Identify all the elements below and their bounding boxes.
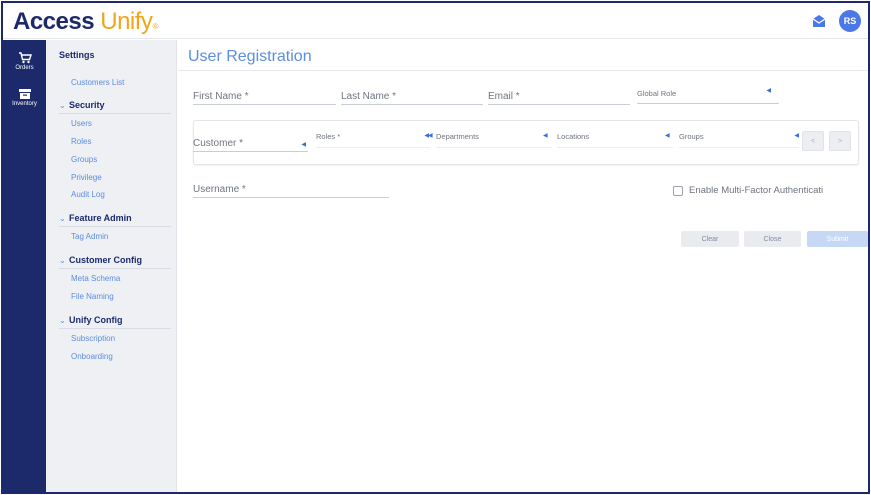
top-bar: Access Unify® RS xyxy=(3,3,868,39)
prev-page-button[interactable]: < xyxy=(802,131,824,151)
chevron-down-icon: ⌄ xyxy=(59,101,66,110)
app-window: Access Unify® RS Orders Inventory Settin… xyxy=(1,1,870,494)
global-role-select[interactable]: Global Role ◀ xyxy=(637,86,779,104)
divider xyxy=(59,226,171,227)
sidebar-item-file-naming[interactable]: File Naming xyxy=(71,292,114,301)
sidebar-item-users[interactable]: Users xyxy=(71,119,92,128)
mfa-checkbox[interactable] xyxy=(673,185,683,196)
sidebar-group-feature-admin[interactable]: ⌄ Feature Admin xyxy=(59,213,132,223)
chevron-down-icon: ⌄ xyxy=(59,316,66,325)
user-avatar[interactable]: RS xyxy=(839,10,861,32)
rail-label-inventory: Inventory xyxy=(12,101,37,107)
email-field[interactable]: Email * xyxy=(488,88,630,105)
sidebar-item-groups[interactable]: Groups xyxy=(71,155,97,164)
global-role-placeholder: Global Role xyxy=(637,89,677,98)
main-content: User Registration First Name * Last Name… xyxy=(178,40,868,492)
divider xyxy=(178,70,868,71)
divider xyxy=(59,328,171,329)
groups-placeholder: Groups xyxy=(679,132,704,141)
sidebar-item-customers-list[interactable]: Customers List xyxy=(71,78,124,87)
sidebar-item-meta-schema[interactable]: Meta Schema xyxy=(71,274,120,283)
sidebar-group-label: Feature Admin xyxy=(69,213,132,223)
last-name-field[interactable]: Last Name * xyxy=(341,88,483,105)
last-name-placeholder: Last Name * xyxy=(341,91,397,102)
mail-open-icon[interactable] xyxy=(811,13,827,29)
groups-select[interactable]: Groups ◀ ◀ xyxy=(665,130,799,148)
app-logo[interactable]: Access Unify® xyxy=(13,9,158,40)
logo-registered-mark: ® xyxy=(152,22,158,31)
sidebar-item-tag-admin[interactable]: Tag Admin xyxy=(71,232,108,241)
caret-left-icon: ◀ xyxy=(794,133,799,139)
submit-button[interactable]: Submit xyxy=(807,231,868,247)
chevron-down-icon: ⌄ xyxy=(59,256,66,265)
logo-text-bold: Access xyxy=(13,8,95,35)
username-field[interactable]: Username * xyxy=(193,181,389,198)
sidebar-group-security[interactable]: ⌄ Security xyxy=(59,100,105,110)
sidebar-item-audit-log[interactable]: Audit Log xyxy=(71,190,105,199)
roles-select[interactable]: Roles * ◀ xyxy=(316,130,430,148)
box-icon xyxy=(18,89,31,99)
sidebar-group-label: Customer Config xyxy=(69,255,142,265)
close-button[interactable]: Close xyxy=(744,231,801,247)
sidebar-item-subscription[interactable]: Subscription xyxy=(71,334,115,343)
sidebar-item-onboarding[interactable]: Onboarding xyxy=(71,352,113,361)
mfa-label: Enable Multi-Factor Authenticati xyxy=(689,185,824,196)
roles-placeholder: Roles * xyxy=(316,132,341,141)
caret-left-icon: ◀ xyxy=(665,133,670,139)
page-title: User Registration xyxy=(188,48,312,65)
sidebar-group-label: Security xyxy=(69,100,105,110)
sidebar-title: Settings xyxy=(59,50,95,60)
mfa-checkbox-row[interactable]: Enable Multi-Factor Authenticati xyxy=(673,185,823,196)
customer-select[interactable]: Customer * ◀ xyxy=(193,136,308,152)
sidebar-group-customer-config[interactable]: ⌄ Customer Config xyxy=(59,255,142,265)
sidebar-group-unify-config[interactable]: ⌄ Unify Config xyxy=(59,315,123,325)
nav-rail: Orders Inventory xyxy=(3,40,46,492)
sidebar-group-label: Unify Config xyxy=(69,315,123,325)
sidebar-item-privilege[interactable]: Privilege xyxy=(71,173,102,182)
logo-text-light: Unify xyxy=(100,8,153,35)
settings-sidebar: Settings Customers List ⌄ Security Users … xyxy=(46,40,177,492)
cart-icon xyxy=(18,52,32,64)
customer-placeholder: Customer * xyxy=(193,138,244,149)
divider xyxy=(59,268,171,269)
caret-left-icon: ◀ xyxy=(301,142,306,148)
rail-label-orders: Orders xyxy=(15,65,34,71)
divider xyxy=(59,113,171,114)
locations-placeholder: Locations xyxy=(557,132,590,141)
chevron-down-icon: ⌄ xyxy=(59,214,66,223)
caret-left-icon: ◀ xyxy=(428,133,433,139)
sidebar-item-roles[interactable]: Roles xyxy=(71,137,91,146)
departments-placeholder: Departments xyxy=(436,132,479,141)
locations-select[interactable]: Locations ◀ xyxy=(543,130,673,148)
username-placeholder: Username * xyxy=(193,184,246,195)
email-placeholder: Email * xyxy=(488,91,520,102)
departments-select[interactable]: Departments ◀ xyxy=(428,130,552,148)
caret-left-icon: ◀ xyxy=(543,133,548,139)
next-page-button[interactable]: > xyxy=(829,131,851,151)
rail-item-orders[interactable]: Orders xyxy=(3,52,46,71)
clear-button[interactable]: Clear xyxy=(681,231,739,247)
first-name-field[interactable]: First Name * xyxy=(193,88,336,105)
first-name-placeholder: First Name * xyxy=(193,91,249,102)
rail-item-inventory[interactable]: Inventory xyxy=(3,88,46,107)
caret-left-icon: ◀ xyxy=(766,88,771,94)
